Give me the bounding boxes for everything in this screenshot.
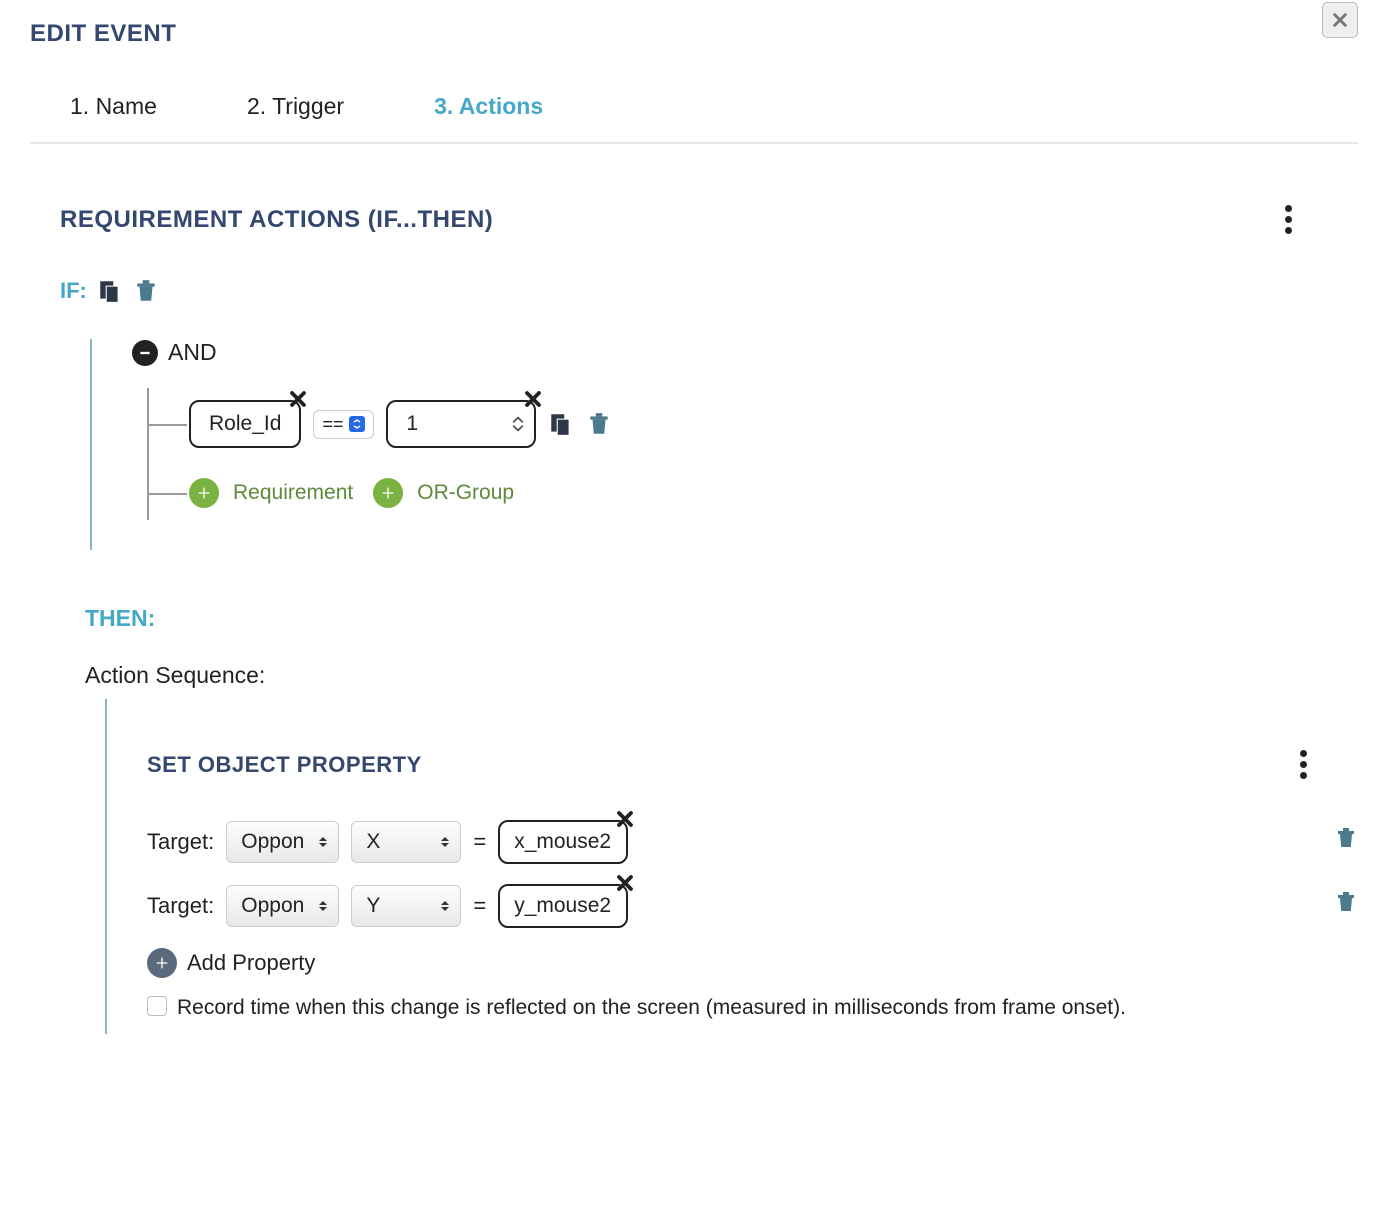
add-orgroup-button[interactable]: [373, 478, 403, 508]
equals-sign: =: [473, 829, 486, 855]
select-arrows-icon: [440, 900, 450, 912]
select-arrows-icon: [318, 900, 328, 912]
add-orgroup-label: OR-Group: [417, 481, 514, 505]
select-arrows-icon: [440, 836, 450, 848]
delete-condition-icon[interactable]: [586, 411, 612, 437]
action-sequence-label: Action Sequence:: [85, 662, 1358, 689]
trash-icon[interactable]: [133, 278, 159, 304]
add-property-label: Add Property: [187, 950, 315, 976]
tabs: 1. Name 2. Trigger 3. Actions: [30, 93, 1358, 120]
remove-value-icon[interactable]: [616, 874, 634, 898]
delete-row-icon[interactable]: [1334, 890, 1358, 920]
equals-sign: =: [473, 893, 486, 919]
copy-condition-icon[interactable]: [548, 411, 574, 437]
add-property-button[interactable]: [147, 948, 177, 978]
add-requirement-label: Requirement: [233, 481, 353, 505]
condition-row: Role_Id == 1: [189, 400, 1358, 448]
tab-name[interactable]: 1. Name: [70, 93, 157, 120]
property-select[interactable]: Y: [351, 885, 461, 927]
target-select[interactable]: Oppon: [226, 885, 339, 927]
requirements-menu-button[interactable]: [1279, 199, 1298, 240]
requirements-title: REQUIREMENT ACTIONS (IF...THEN): [60, 206, 493, 234]
value-stepper[interactable]: [512, 416, 524, 432]
logic-operator: AND: [168, 339, 217, 366]
divider: [30, 142, 1358, 144]
condition-value-input[interactable]: 1: [386, 400, 536, 448]
close-button[interactable]: [1322, 2, 1358, 38]
add-requirement-button[interactable]: [189, 478, 219, 508]
copy-icon[interactable]: [97, 278, 123, 304]
tab-trigger[interactable]: 2. Trigger: [247, 93, 344, 120]
condition-field[interactable]: Role_Id: [189, 400, 301, 448]
tab-actions[interactable]: 3. Actions: [434, 93, 543, 120]
property-select[interactable]: X: [351, 821, 461, 863]
set-object-menu-button[interactable]: [1294, 744, 1313, 785]
property-row: Target: Oppon Y = y_mouse2: [147, 884, 1358, 928]
if-label: IF:: [60, 278, 87, 304]
if-label-row: IF:: [60, 278, 159, 304]
set-object-title: SET OBJECT PROPERTY: [147, 752, 422, 778]
select-arrows-icon: [318, 836, 328, 848]
target-label: Target:: [147, 893, 214, 919]
page-title: EDIT EVENT: [30, 20, 1358, 48]
target-label: Target:: [147, 829, 214, 855]
record-time-label: Record time when this change is reflecte…: [177, 992, 1126, 1024]
record-time-checkbox[interactable]: [147, 996, 167, 1016]
remove-field-icon[interactable]: [289, 390, 307, 414]
delete-row-icon[interactable]: [1334, 826, 1358, 856]
target-select[interactable]: Oppon: [226, 821, 339, 863]
operator-dropdown-icon: [349, 416, 365, 432]
then-label: THEN:: [85, 605, 1358, 632]
remove-value-icon[interactable]: [524, 390, 542, 414]
collapse-and-button[interactable]: [132, 340, 158, 366]
remove-value-icon[interactable]: [616, 810, 634, 834]
operator-select[interactable]: ==: [313, 410, 374, 439]
value-input[interactable]: x_mouse2: [498, 820, 628, 864]
property-row: Target: Oppon X = x_mouse2: [147, 820, 1358, 864]
value-input[interactable]: y_mouse2: [498, 884, 628, 928]
